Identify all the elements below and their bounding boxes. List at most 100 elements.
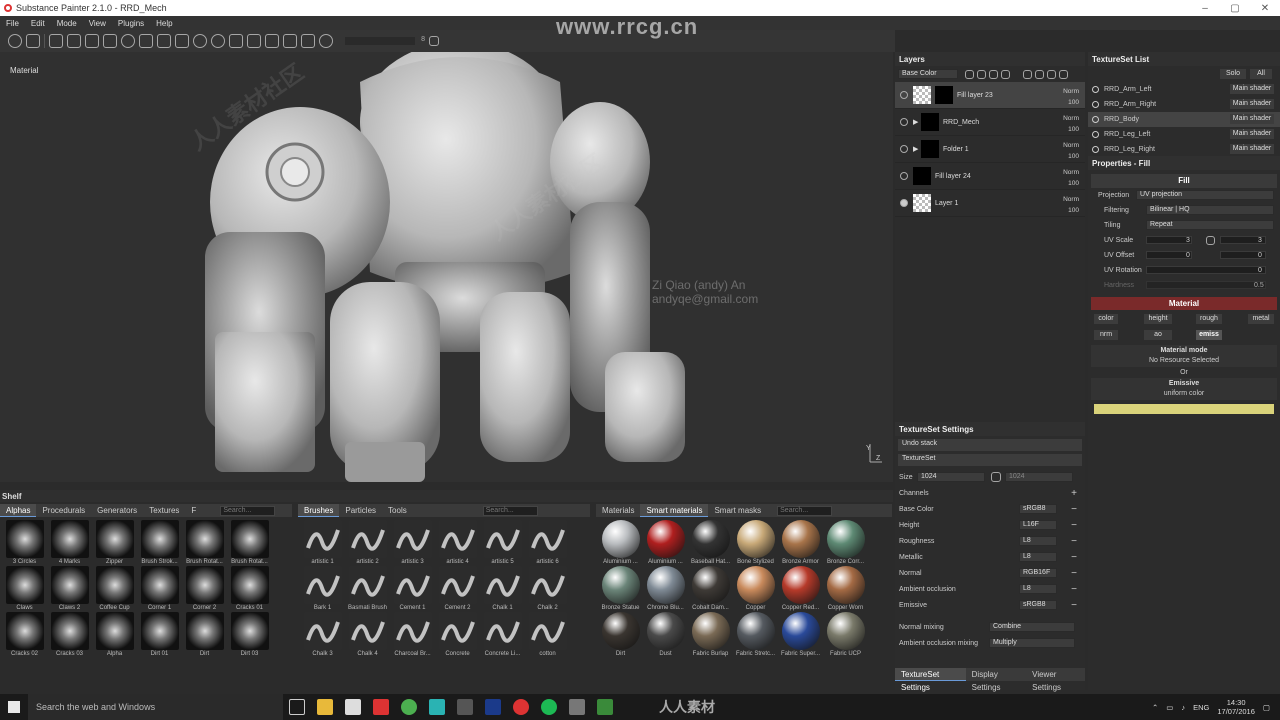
chrome-icon[interactable] (401, 699, 417, 715)
camtasia-icon[interactable] (597, 699, 613, 715)
size-select-2[interactable]: 1024 (1005, 472, 1073, 482)
tab-smart-masks[interactable]: Smart masks (708, 504, 767, 517)
alpha-item[interactable]: Cracks 03 (47, 611, 92, 657)
brushes-search-input[interactable]: Search... (482, 505, 538, 516)
menu-edit[interactable]: Edit (25, 19, 51, 28)
channel-format-select[interactable]: L8 (1019, 536, 1057, 546)
shader-button[interactable]: Main shader (1230, 99, 1274, 109)
menu-help[interactable]: Help (150, 19, 178, 28)
smart-material-item[interactable]: Bronze Armor (778, 519, 823, 565)
smart-material-item[interactable]: Copper (733, 565, 778, 611)
alpha-item[interactable]: Dirt (182, 611, 227, 657)
ao-mixing-select[interactable]: Multiply (989, 638, 1075, 648)
tab-brushes[interactable]: Brushes (298, 504, 340, 517)
textureset-item[interactable]: RRD_Arm_Left Main shader (1088, 82, 1280, 97)
brush-item[interactable]: Concrete Li... (480, 611, 525, 657)
brush-item[interactable]: artistic 6 (525, 519, 570, 565)
alpha-item[interactable]: Cracks 01 (227, 565, 272, 611)
brush-item[interactable]: Basmati Brush (345, 565, 390, 611)
shader-button[interactable]: Main shader (1230, 84, 1274, 94)
tab-more[interactable]: F (185, 504, 202, 517)
symmetry-icon[interactable] (193, 34, 207, 48)
alpha-item[interactable]: Cracks 02 (2, 611, 47, 657)
smart-material-item[interactable]: Copper Worn (823, 565, 868, 611)
brush-item[interactable]: Concrete (435, 611, 480, 657)
projection-icon[interactable] (85, 34, 99, 48)
nrm-channel-button[interactable]: nrm (1094, 330, 1118, 340)
shader-button[interactable]: Main shader (1230, 144, 1274, 154)
lazy-mouse-icon[interactable] (229, 34, 243, 48)
alpha-item[interactable]: Dirt 01 (137, 611, 182, 657)
windows-start-icon[interactable] (0, 694, 28, 720)
uv-scale-value-2[interactable]: 3 (1258, 237, 1262, 244)
smart-material-item[interactable]: Copper Red... (778, 565, 823, 611)
3d-viewport[interactable] (0, 52, 893, 482)
remove-channel-icon[interactable]: − (1071, 600, 1077, 611)
paint-brush-icon[interactable] (49, 34, 63, 48)
channel-format-select[interactable]: sRGB8 (1019, 504, 1057, 514)
smart-material-item[interactable]: Fabric Super... (778, 611, 823, 657)
normal-mixing-select[interactable]: Combine (989, 622, 1075, 632)
shader-button[interactable]: Main shader (1230, 129, 1274, 139)
alpha-item[interactable]: Brush Rotat... (227, 519, 272, 565)
visibility-icon[interactable] (1092, 86, 1099, 93)
mirror-icon[interactable] (211, 34, 225, 48)
alpha-item[interactable]: Claws (2, 565, 47, 611)
channel-format-select[interactable]: RGB16F (1019, 568, 1057, 578)
layer-row[interactable]: ▶ RRD_Mech Norm 100 (895, 109, 1085, 136)
brush-item[interactable]: Bark 1 (300, 565, 345, 611)
hardness-value[interactable]: 0.5 (1254, 282, 1264, 289)
smart-material-item[interactable]: Bone Stylized (733, 519, 778, 565)
brush-item[interactable]: cotton (525, 611, 570, 657)
chevron-up-icon[interactable]: ⌃ (1152, 703, 1158, 712)
tab-particles[interactable]: Particles (339, 504, 382, 517)
uv-offset-value-2[interactable]: 0 (1258, 252, 1262, 259)
channel-format-select[interactable]: sRGB8 (1019, 600, 1057, 610)
store-icon[interactable] (345, 699, 361, 715)
material-header[interactable]: Material (1091, 297, 1277, 310)
channel-format-select[interactable]: L8 (1019, 584, 1057, 594)
menu-mode[interactable]: Mode (51, 19, 83, 28)
volume-icon[interactable]: ♪ (1181, 703, 1185, 712)
brush-item[interactable]: Chalk 2 (525, 565, 570, 611)
layers-channel-select[interactable]: Base Color (898, 69, 958, 79)
tab-viewer-settings[interactable]: Viewer Settings (1026, 668, 1085, 692)
tab-alphas[interactable]: Alphas (0, 504, 37, 517)
taskbar-search[interactable]: Search the web and Windows (28, 694, 283, 720)
minimize-icon[interactable]: – (1190, 3, 1220, 14)
uv-rotation-slider[interactable] (1146, 266, 1266, 274)
layer-row[interactable]: Fill layer 23 Norm 100 (895, 82, 1085, 109)
close-icon[interactable]: ✕ (1250, 3, 1280, 14)
all-button[interactable]: All (1250, 69, 1272, 79)
clock[interactable]: 14:30 17/07/2016 (1217, 698, 1255, 716)
alpha-item[interactable]: Dirt 03 (227, 611, 272, 657)
layer-row[interactable]: Fill layer 24 Norm 100 (895, 163, 1085, 190)
layer-blend[interactable]: Norm 100 (1063, 140, 1079, 162)
render-icon[interactable] (301, 34, 315, 48)
smart-material-item[interactable]: Fabric Burlap (688, 611, 733, 657)
alpha-item[interactable]: Zipper (92, 519, 137, 565)
visibility-icon[interactable] (900, 172, 908, 180)
color-channel-button[interactable]: color (1094, 314, 1118, 324)
undo-stack-button[interactable]: Undo stack (898, 439, 1082, 451)
photoshop-icon[interactable] (485, 699, 501, 715)
file-explorer-icon[interactable] (317, 699, 333, 715)
language-indicator[interactable]: ENG (1193, 703, 1209, 712)
tab-tools[interactable]: Tools (382, 504, 413, 517)
clone-stamp-icon[interactable] (139, 34, 153, 48)
tab-textures[interactable]: Textures (143, 504, 185, 517)
toolbar-slider[interactable]: 8 (345, 36, 425, 45)
tiling-select[interactable]: Repeat (1146, 220, 1274, 230)
eraser-icon[interactable] (67, 34, 81, 48)
smart-material-item[interactable]: Aluminium ... (643, 519, 688, 565)
photos-icon[interactable] (569, 699, 585, 715)
alpha-item[interactable]: 4 Marks (47, 519, 92, 565)
link-icon[interactable] (1206, 236, 1215, 245)
viewport-2d-icon[interactable] (247, 34, 261, 48)
textureset-button[interactable]: TextureSet (898, 454, 1082, 466)
tab-materials[interactable]: Materials (596, 504, 640, 517)
task-view-icon[interactable] (289, 699, 305, 715)
material-picker-icon[interactable] (157, 34, 171, 48)
menu-file[interactable]: File (0, 19, 25, 28)
tab-display-settings[interactable]: Display Settings (966, 668, 1026, 692)
